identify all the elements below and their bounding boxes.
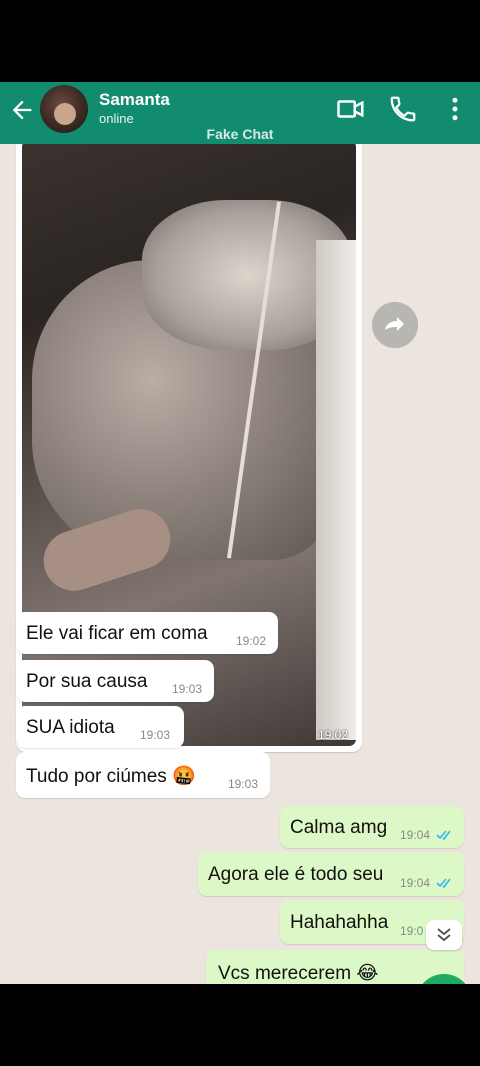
message-bubble[interactable]: Vcs merecerem 😂 bbox=[206, 950, 464, 984]
message-text: Ele vai ficar em coma bbox=[26, 623, 208, 644]
message-bubble[interactable]: Por sua causa 19:03 bbox=[16, 660, 214, 702]
watermark-text: Fake Chat bbox=[206, 126, 274, 142]
video-call-icon[interactable] bbox=[336, 94, 366, 124]
back-arrow-icon[interactable] bbox=[8, 96, 36, 124]
chat-area[interactable]: 19:02 Ele vai ficar em coma 19:02 Por su… bbox=[0, 144, 480, 984]
message-time: 19:0 bbox=[400, 924, 424, 938]
bottom-bar bbox=[0, 984, 480, 1066]
message-time: 19:03 bbox=[228, 777, 259, 791]
message-text: Agora ele é todo seu bbox=[208, 864, 384, 885]
message-bubble[interactable]: Ele vai ficar em coma 19:02 bbox=[16, 612, 278, 654]
message-time: 19:04 bbox=[400, 876, 431, 890]
message-time: 19:04 bbox=[400, 828, 431, 842]
read-ticks-icon bbox=[436, 830, 451, 841]
message-text: SUA idiota bbox=[26, 717, 115, 738]
message-text: Vcs merecerem 😂 bbox=[218, 963, 379, 984]
chat-header: Samanta online Fake Chat bbox=[0, 82, 480, 144]
status-bar bbox=[0, 0, 480, 82]
scroll-down-icon[interactable] bbox=[426, 920, 462, 950]
message-bubble[interactable]: SUA idiota 19:03 bbox=[16, 706, 184, 748]
message-time: 19:03 bbox=[172, 682, 203, 696]
message-text: Hahahahha bbox=[290, 912, 389, 933]
message-bubble[interactable]: Agora ele é todo seu 19:04 bbox=[198, 852, 464, 896]
message-bubble[interactable]: Calma amg 19:04 bbox=[280, 806, 464, 848]
photo-timestamp: 19:02 bbox=[317, 728, 348, 742]
forward-icon[interactable] bbox=[372, 302, 418, 348]
message-time: 19:02 bbox=[236, 634, 267, 648]
read-ticks-icon bbox=[436, 878, 451, 889]
phone-icon[interactable] bbox=[388, 94, 418, 124]
message-time: 19:03 bbox=[140, 728, 171, 742]
message-text: Tudo por ciúmes 🤬 bbox=[26, 766, 196, 787]
message-bubble[interactable]: Tudo por ciúmes 🤬 19:03 bbox=[16, 752, 270, 798]
message-text: Por sua causa bbox=[26, 671, 148, 692]
photo-image[interactable]: 19:02 bbox=[22, 144, 356, 746]
more-vert-icon[interactable] bbox=[440, 94, 470, 124]
contact-name[interactable]: Samanta bbox=[99, 90, 170, 110]
message-text: Calma amg bbox=[290, 817, 388, 838]
contact-status: online bbox=[99, 111, 134, 126]
